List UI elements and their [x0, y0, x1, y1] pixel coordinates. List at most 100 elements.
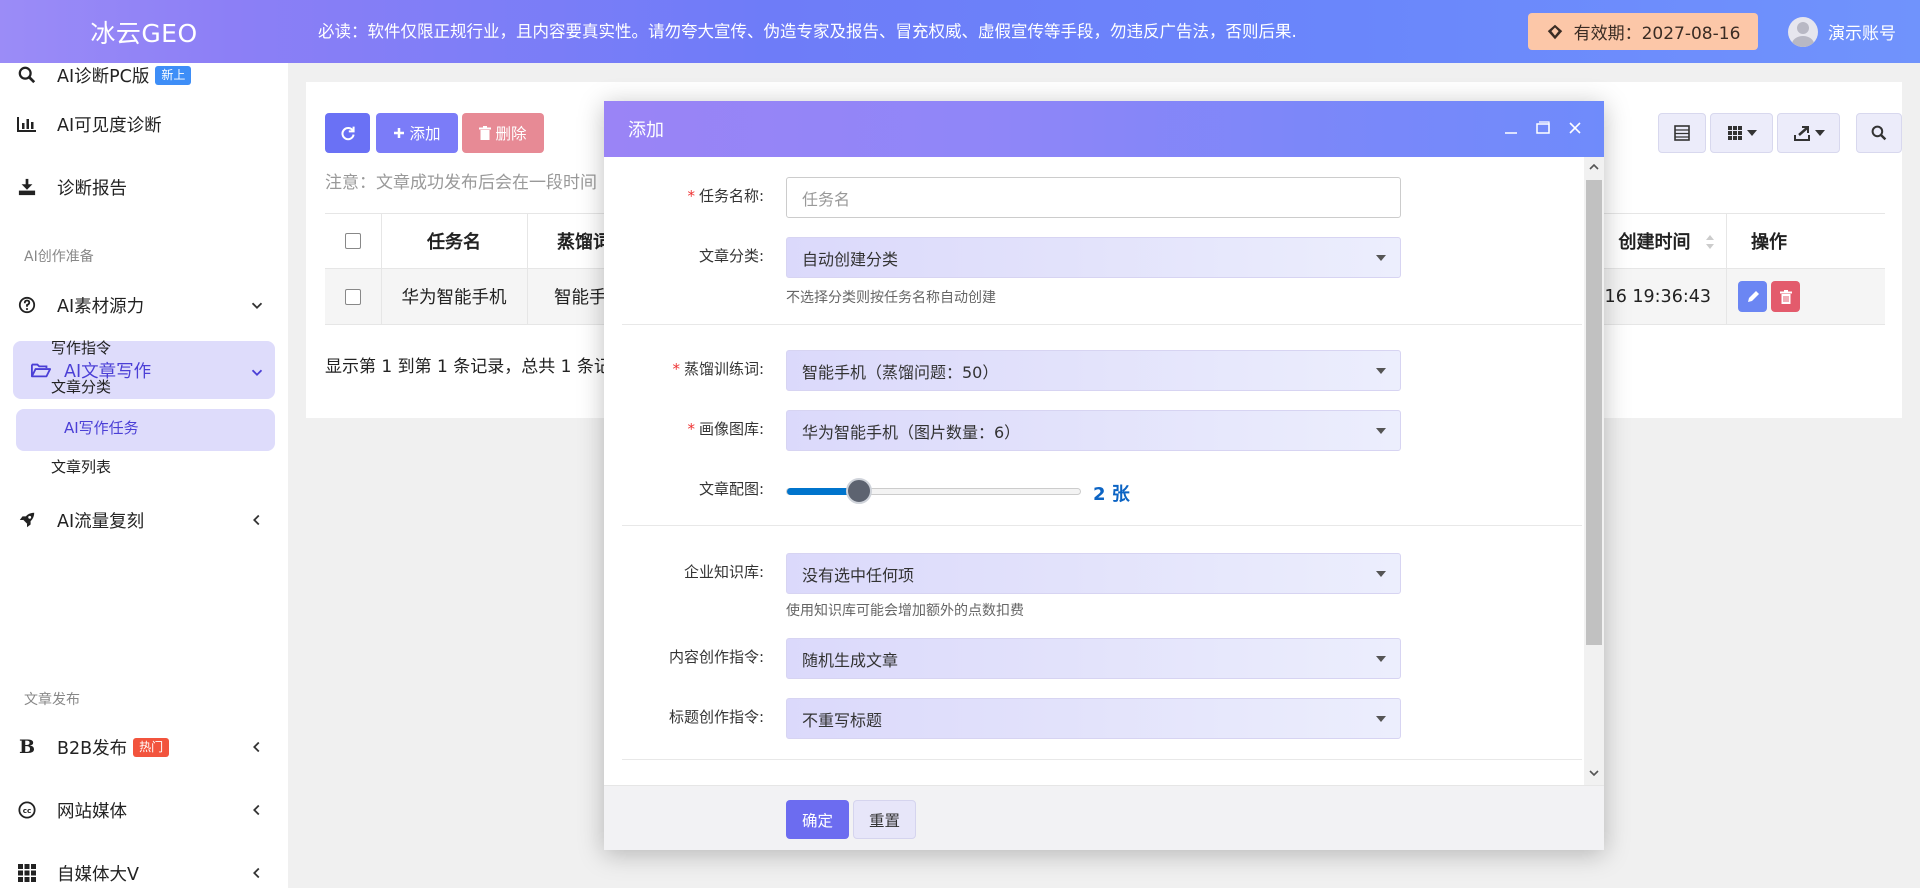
- question-circle-icon: [16, 296, 38, 314]
- caret-down-icon: [1376, 255, 1386, 261]
- modal-header[interactable]: 添加: [604, 101, 1604, 157]
- account-name[interactable]: 演示账号: [1828, 19, 1896, 44]
- title-cmd-select[interactable]: 不重写标题: [786, 698, 1401, 739]
- sidebar-sub-item-category[interactable]: 文章分类: [51, 376, 111, 397]
- modal-footer: 确定 重置: [604, 785, 1604, 850]
- add-task-modal: 添加 * 任务名称: 任务名 文章分类: 自动创建分类 不选择分类则按任务名称自动…: [604, 101, 1604, 850]
- delete-button-label: 删除: [495, 125, 527, 143]
- images-slider-handle[interactable]: [845, 478, 872, 504]
- confirm-button[interactable]: 确定: [786, 800, 849, 839]
- sidebar-sub-item-article-list[interactable]: 文章列表: [51, 456, 111, 477]
- caret-down-icon: [1376, 368, 1386, 374]
- row-checkbox[interactable]: [345, 288, 361, 305]
- section-label-create: AI创作准备: [24, 249, 94, 265]
- content-cmd-select[interactable]: 随机生成文章: [786, 638, 1401, 679]
- header-task-name[interactable]: 任务名: [381, 214, 527, 268]
- category-select[interactable]: 自动创建分类: [786, 237, 1401, 278]
- modal-scrollbar[interactable]: [1584, 157, 1604, 785]
- sidebar-item-self-media[interactable]: 自媒体大V: [0, 847, 288, 888]
- sidebar-sub-item-writing-cmd[interactable]: 写作指令: [51, 337, 111, 358]
- sidebar-item-ai-material[interactable]: AI素材源力: [0, 279, 288, 331]
- sidebar-item-ai-traffic[interactable]: AI流量复刻: [0, 494, 288, 546]
- download-icon: [16, 178, 38, 196]
- kb-select-value: 没有选中任何项: [802, 565, 915, 585]
- images-slider[interactable]: [786, 478, 1081, 504]
- search-icon: [1871, 125, 1887, 141]
- trash-icon: [479, 126, 492, 140]
- select-all-checkbox[interactable]: [345, 233, 361, 249]
- sidebar-item-ai-writing[interactable]: AI文章写作: [0, 344, 288, 396]
- search-icon: [16, 66, 38, 84]
- divider: [622, 759, 1582, 760]
- distill-select[interactable]: 智能手机（蒸馏问题：50）: [786, 350, 1401, 391]
- gallery-select-value: 华为智能手机（图片数量：6）: [802, 422, 1021, 442]
- sidebar-item-label: 网站媒体: [57, 801, 127, 822]
- refresh-button[interactable]: [325, 113, 370, 153]
- caret-down-icon: [1376, 656, 1386, 662]
- header-created[interactable]: 创建时间: [1594, 214, 1715, 268]
- grid-icon: [1727, 126, 1742, 140]
- bold-b-icon: B: [18, 736, 36, 758]
- account-menu[interactable]: 演示账号: [1788, 0, 1896, 63]
- maximize-icon[interactable]: [1534, 119, 1552, 137]
- gallery-label: * 画像图库:: [687, 420, 764, 438]
- sidebar-item-ai-visibility[interactable]: AI可见度诊断: [0, 98, 288, 150]
- scroll-up-icon[interactable]: [1588, 161, 1600, 173]
- cell-task-name: 华为智能手机: [401, 288, 507, 308]
- chevron-left-icon: [253, 804, 260, 816]
- scroll-down-icon[interactable]: [1588, 767, 1600, 779]
- task-name-input[interactable]: 任务名: [786, 177, 1401, 218]
- add-button[interactable]: 添加: [376, 113, 458, 153]
- row-delete-button[interactable]: [1771, 281, 1800, 312]
- avatar[interactable]: [1788, 16, 1818, 47]
- close-icon[interactable]: [1566, 119, 1584, 137]
- search-button[interactable]: [1856, 113, 1902, 153]
- select-all-cell: [325, 214, 381, 268]
- validity-badge: 有效期：2027-08-16: [1528, 13, 1758, 50]
- modal-body: * 任务名称: 任务名 文章分类: 自动创建分类 不选择分类则按任务名称自动创建 …: [604, 157, 1604, 785]
- sidebar-item-label: B2B发布: [57, 738, 128, 759]
- kb-select[interactable]: 没有选中任何项: [786, 553, 1401, 594]
- svg-text:cc: cc: [23, 806, 32, 815]
- app-logo[interactable]: 冰云GEO: [0, 14, 288, 50]
- distill-label: * 蒸馏训练词:: [672, 360, 764, 378]
- sidebar-item-ai-diagnosis-pc[interactable]: AI诊断PC版 新上: [0, 63, 288, 101]
- columns-dropdown-button[interactable]: [1710, 113, 1773, 153]
- title-cmd-label: 标题创作指令:: [668, 708, 764, 726]
- category-label: 文章分类:: [698, 247, 764, 265]
- content-cmd-select-value: 随机生成文章: [802, 650, 899, 670]
- refresh-icon: [341, 126, 355, 141]
- sidebar-item-label: 自媒体大V: [57, 864, 139, 885]
- toggle-card-view-button[interactable]: [1658, 113, 1706, 153]
- sidebar-item-website-media[interactable]: cc 网站媒体: [0, 784, 288, 836]
- bar-chart-icon: [16, 116, 38, 132]
- category-hint: 不选择分类则按任务名称自动创建: [786, 290, 996, 306]
- sidebar-item-label: AI诊断PC版: [57, 66, 150, 87]
- images-label: 文章配图:: [698, 480, 764, 498]
- caret-down-icon: [1746, 130, 1757, 136]
- caret-down-icon: [1376, 716, 1386, 722]
- sidebar-item-b2b[interactable]: B B2B发布 热门: [0, 721, 288, 773]
- scrollbar-thumb[interactable]: [1586, 180, 1602, 645]
- category-select-value: 自动创建分类: [802, 249, 899, 269]
- gallery-select[interactable]: 华为智能手机（图片数量：6）: [786, 410, 1401, 451]
- sort-icon[interactable]: [1705, 234, 1715, 250]
- content-cmd-label: 内容创作指令:: [668, 648, 764, 666]
- export-dropdown-button[interactable]: [1777, 113, 1840, 153]
- chevron-down-icon: [251, 369, 263, 376]
- caret-down-icon: [1376, 428, 1386, 434]
- modal-title: 添加: [628, 120, 664, 141]
- reset-button[interactable]: 重置: [853, 800, 916, 839]
- sidebar-sub-item-writing-task[interactable]: AI写作任务: [64, 417, 139, 438]
- sidebar-item-label: AI可见度诊断: [57, 115, 162, 136]
- images-value: 2 张: [1093, 484, 1130, 505]
- distill-select-value: 智能手机（蒸馏问题：50）: [802, 362, 999, 382]
- column-divider: [381, 213, 382, 325]
- delete-button[interactable]: 删除: [462, 113, 544, 153]
- sidebar-sub-active-bg: [16, 409, 275, 451]
- minimize-icon[interactable]: [1502, 119, 1520, 137]
- column-divider: [527, 213, 528, 325]
- sidebar-item-diagnosis-report[interactable]: 诊断报告: [0, 161, 288, 213]
- cell-actions: [1726, 269, 1812, 324]
- edit-button[interactable]: [1738, 281, 1767, 312]
